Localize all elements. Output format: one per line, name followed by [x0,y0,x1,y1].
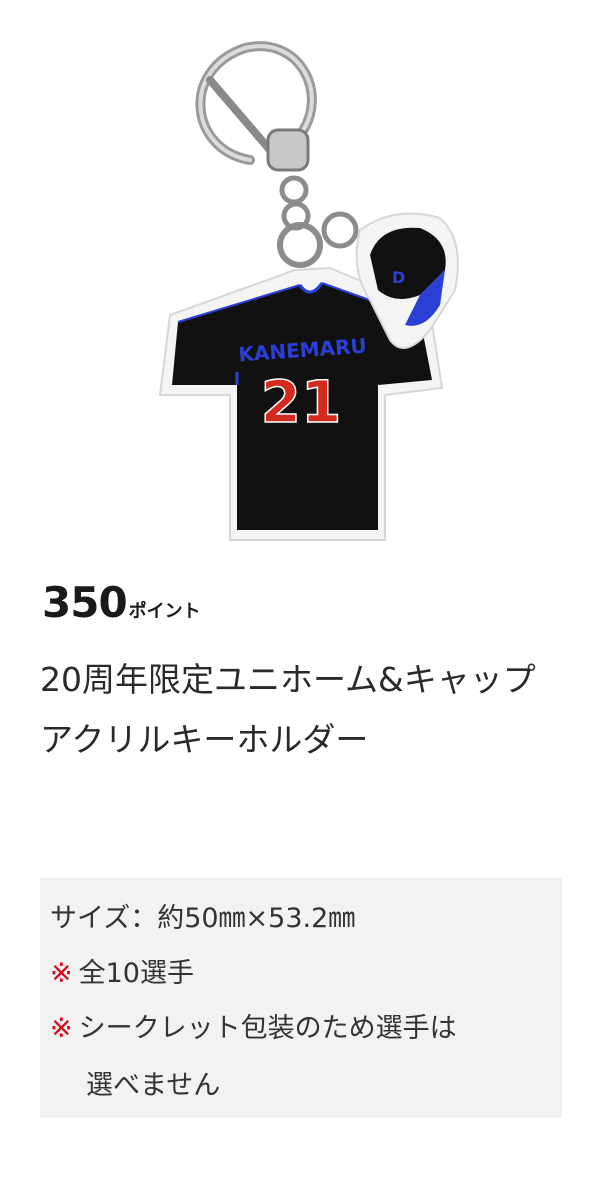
note-mark: ※ [50,1013,73,1044]
keyring-clip [195,41,359,268]
price-value: 350 [42,578,128,627]
note-line-1: ※ 全10選手 [50,951,194,990]
price: 350 ポイント [42,578,201,627]
size-line: サイズ：約50㎜×53.2㎜ [50,903,356,934]
note-mark: ※ [50,958,73,989]
svg-text:D: D [392,268,405,287]
note-line-2: ※ シークレット包装のため選手は [50,1006,457,1045]
note-text: シークレット包装のため選手は [78,1013,457,1044]
product-title: 20周年限定ユニホーム&キャップアクリルキーホルダー [40,660,536,759]
note-text: 全10選手 [78,958,194,989]
jersey-number-text: 21 [261,368,342,436]
price-unit: ポイント [128,601,201,622]
note-line-2-continued: 選べません [86,1070,221,1101]
product-image: KANEMARU 21 D [158,41,459,541]
product-details: サイズ：約50㎜×53.2㎜ ※ 全10選手 ※ シークレット包装のため選手は 選べ… [40,878,562,1118]
